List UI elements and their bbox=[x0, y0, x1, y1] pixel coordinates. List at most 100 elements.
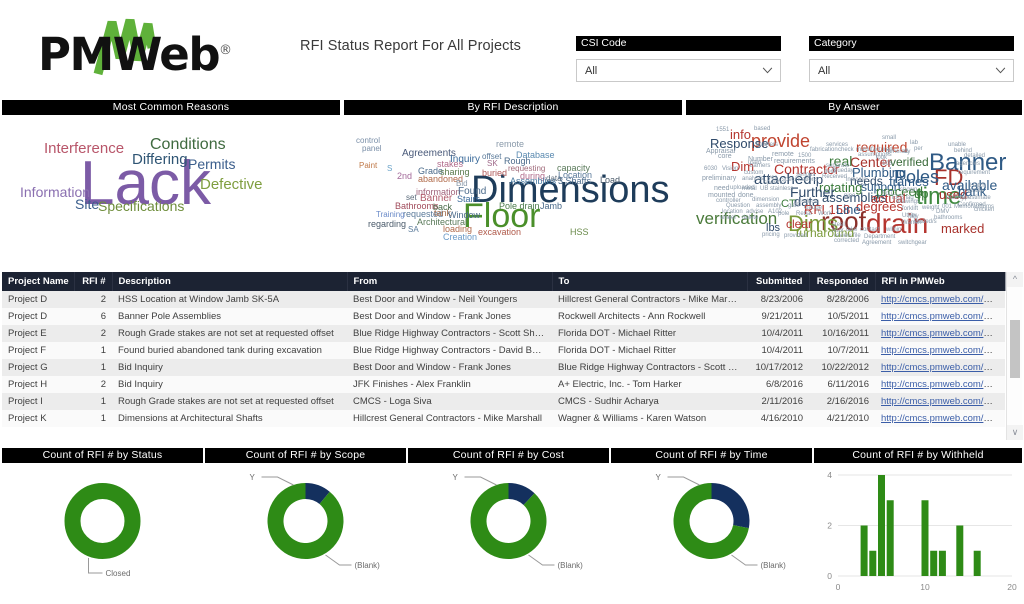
wordcloud-by-rfi-description-canvas[interactable]: Dimensions Floor control panel Paint S 2nd Grad… bbox=[344, 115, 682, 248]
wordcloud-word[interactable]: 1551 bbox=[716, 127, 729, 133]
wordcloud-word[interactable]: SA bbox=[408, 226, 419, 234]
wordcloud-word[interactable]: Agreement bbox=[862, 240, 891, 246]
table-header-to[interactable]: To bbox=[552, 272, 748, 291]
wordcloud-word[interactable]: Site bbox=[75, 197, 99, 211]
table-scrollbar[interactable]: ^ ∨ bbox=[1006, 272, 1023, 440]
wordcloud-word[interactable]: services bbox=[826, 142, 848, 148]
wordcloud-word[interactable]: excavation bbox=[478, 228, 521, 237]
wordcloud-word[interactable]: S bbox=[387, 165, 392, 173]
table-cell-link[interactable]: http://cmcs.pmweb.com/PM... bbox=[875, 359, 1005, 376]
wordcloud-word[interactable]: uploaded bbox=[730, 185, 755, 191]
wordcloud-word[interactable]: regarding bbox=[368, 220, 406, 229]
rfi-link[interactable]: http://cmcs.pmweb.com/PM... bbox=[881, 413, 1005, 424]
table-cell-link[interactable]: http://cmcs.pmweb.com/PM... bbox=[875, 342, 1005, 359]
wordcloud-word[interactable]: receive bbox=[946, 195, 965, 201]
bar[interactable] bbox=[860, 525, 868, 577]
filter-category-select[interactable]: All bbox=[809, 59, 1014, 82]
table-row[interactable]: Project E 2 Rough Grade stakes are not set… bbox=[2, 325, 1005, 342]
wordcloud-word[interactable]: Received bbox=[822, 174, 847, 180]
wordcloud-word[interactable]: Gauge bbox=[804, 205, 822, 211]
table-header-from[interactable]: From bbox=[347, 272, 553, 291]
wordcloud-word[interactable]: within bbox=[886, 227, 901, 233]
wordcloud-word[interactable]: custom bbox=[744, 170, 763, 176]
wordcloud-word[interactable]: agencies bbox=[956, 161, 980, 167]
wordcloud-word[interactable]: Stairs bbox=[457, 195, 480, 204]
wordcloud-word[interactable]: Load bbox=[600, 176, 620, 185]
wordcloud-word[interactable]: remote bbox=[496, 140, 524, 149]
wordcloud-word[interactable]: analysis bbox=[742, 176, 764, 182]
bar[interactable] bbox=[938, 550, 946, 576]
rfi-link[interactable]: http://cmcs.pmweb.com/PM... bbox=[881, 396, 1005, 407]
bar[interactable] bbox=[878, 475, 885, 576]
wordcloud-word[interactable]: panel bbox=[362, 145, 382, 153]
table-row[interactable]: Project D 6 Banner Pole Assemblies Best Doo… bbox=[2, 308, 1005, 325]
wordcloud-word[interactable]: delete bbox=[742, 215, 758, 221]
scroll-up-icon[interactable]: ^ bbox=[1007, 272, 1023, 287]
wordcloud-word[interactable]: remote bbox=[772, 151, 794, 158]
wordcloud-word[interactable]: 3 Shafts bbox=[558, 177, 591, 186]
table-row[interactable]: Project F 1 Found buried abandoned tank du… bbox=[2, 342, 1005, 359]
wordcloud-word[interactable]: Agreements bbox=[402, 149, 456, 159]
wordcloud-word[interactable]: requirements bbox=[774, 158, 815, 165]
donut-slice[interactable] bbox=[267, 483, 344, 559]
wordcloud-word[interactable]: G bbox=[904, 149, 909, 155]
table-row[interactable]: Project I 1 Rough Grade stakes are not set… bbox=[2, 393, 1005, 410]
table-row[interactable]: Project D 2 HSS Location at Window Jamb SK… bbox=[2, 291, 1005, 308]
table-header-project[interactable]: Project Name bbox=[2, 272, 75, 291]
scroll-down-icon[interactable]: ∨ bbox=[1007, 425, 1023, 440]
wordcloud-word[interactable]: Training bbox=[376, 211, 405, 219]
wordcloud-word[interactable]: buried bbox=[482, 169, 507, 178]
bar[interactable] bbox=[956, 525, 964, 577]
wordcloud-word[interactable]: Pole drain bbox=[499, 202, 540, 211]
wordcloud-word[interactable]: Creation bbox=[443, 233, 477, 242]
wordcloud-word[interactable]: forklift bbox=[902, 206, 918, 212]
wordcloud-word[interactable]: steel bbox=[832, 222, 845, 228]
rfi-link[interactable]: http://cmcs.pmweb.com/PM... bbox=[881, 362, 1005, 373]
rfi-link[interactable]: http://cmcs.pmweb.com/PM... bbox=[881, 294, 1005, 305]
table-row[interactable]: Project H 2 Bid Inquiry JFK Finishes - Alex… bbox=[2, 376, 1005, 393]
rfi-link[interactable]: http://cmcs.pmweb.com/PM... bbox=[881, 328, 1005, 339]
wordcloud-word[interactable]: stainless bbox=[770, 186, 793, 192]
table-cell-link[interactable]: http://cmcs.pmweb.com/PM... bbox=[875, 291, 1005, 308]
wordcloud-word[interactable]: EPS lag bbox=[892, 195, 914, 201]
bar[interactable] bbox=[869, 550, 877, 576]
wordcloud-word[interactable]: dimension bbox=[752, 197, 779, 203]
wordcloud-word[interactable]: pole bbox=[778, 211, 789, 217]
wordcloud-word[interactable]: bathrooms bbox=[934, 215, 962, 221]
wordcloud-word[interactable]: Rebar bbox=[796, 211, 812, 217]
table-cell-link[interactable]: http://cmcs.pmweb.com/PM... bbox=[875, 393, 1005, 410]
rfi-link[interactable]: http://cmcs.pmweb.com/PM... bbox=[881, 345, 1005, 356]
wordcloud-word[interactable]: need bbox=[714, 185, 730, 192]
wordcloud-word[interactable]: quarters bbox=[756, 142, 778, 148]
donut-slice[interactable] bbox=[711, 483, 750, 529]
wordcloud-word[interactable]: yes bbox=[768, 175, 777, 181]
wordcloud-word[interactable]: Paint bbox=[359, 162, 377, 170]
table-header-link[interactable]: RFI in PMWeb bbox=[875, 272, 1006, 291]
bar[interactable] bbox=[921, 500, 929, 576]
wordcloud-word[interactable]: based bbox=[754, 126, 770, 132]
chart-count-by-withheld-canvas[interactable]: 0 2 4 0 10 20 bbox=[814, 463, 1022, 602]
table-header-rfi[interactable]: RFI # bbox=[74, 272, 113, 291]
wordcloud-word[interactable]: detailed bbox=[964, 153, 985, 159]
wordcloud-word[interactable]: HSS bbox=[570, 228, 589, 237]
wordcloud-word[interactable]: products bbox=[796, 199, 819, 205]
scrollbar-thumb[interactable] bbox=[1010, 320, 1020, 378]
wordcloud-by-answer-canvas[interactable]: drain roof Banner time Dims FD verification pro… bbox=[686, 115, 1022, 248]
wordcloud-word[interactable]: used bbox=[748, 160, 761, 166]
wordcloud-word[interactable]: contact bbox=[860, 227, 879, 233]
wordcloud-word[interactable]: core bbox=[718, 153, 732, 160]
chart-count-by-cost-canvas[interactable]: Y (Blank) bbox=[408, 463, 609, 602]
wordcloud-word[interactable]: pipe bbox=[844, 193, 855, 199]
wordcloud-word[interactable]: pricing bbox=[762, 232, 780, 238]
donut-slice[interactable] bbox=[64, 483, 141, 559]
table-cell-link[interactable]: http://cmcs.pmweb.com/PM... bbox=[875, 376, 1005, 393]
wordcloud-word[interactable]: provided bbox=[784, 233, 807, 239]
wordcloud-word[interactable]: marked bbox=[941, 222, 984, 235]
table-row[interactable]: Project G 1 Bid Inquiry Best Door and Windo… bbox=[2, 359, 1005, 376]
wordcloud-word[interactable]: shown bbox=[900, 187, 917, 193]
wordcloud-word[interactable]: Work bbox=[818, 211, 832, 217]
table-row[interactable]: Project K 1 Dimensions at Architectural Sh… bbox=[2, 410, 1005, 427]
wordcloud-word[interactable]: Hatch bbox=[970, 183, 986, 189]
wordcloud-word[interactable]: Specifications bbox=[98, 199, 184, 213]
wordcloud-word[interactable]: You bbox=[882, 191, 892, 197]
